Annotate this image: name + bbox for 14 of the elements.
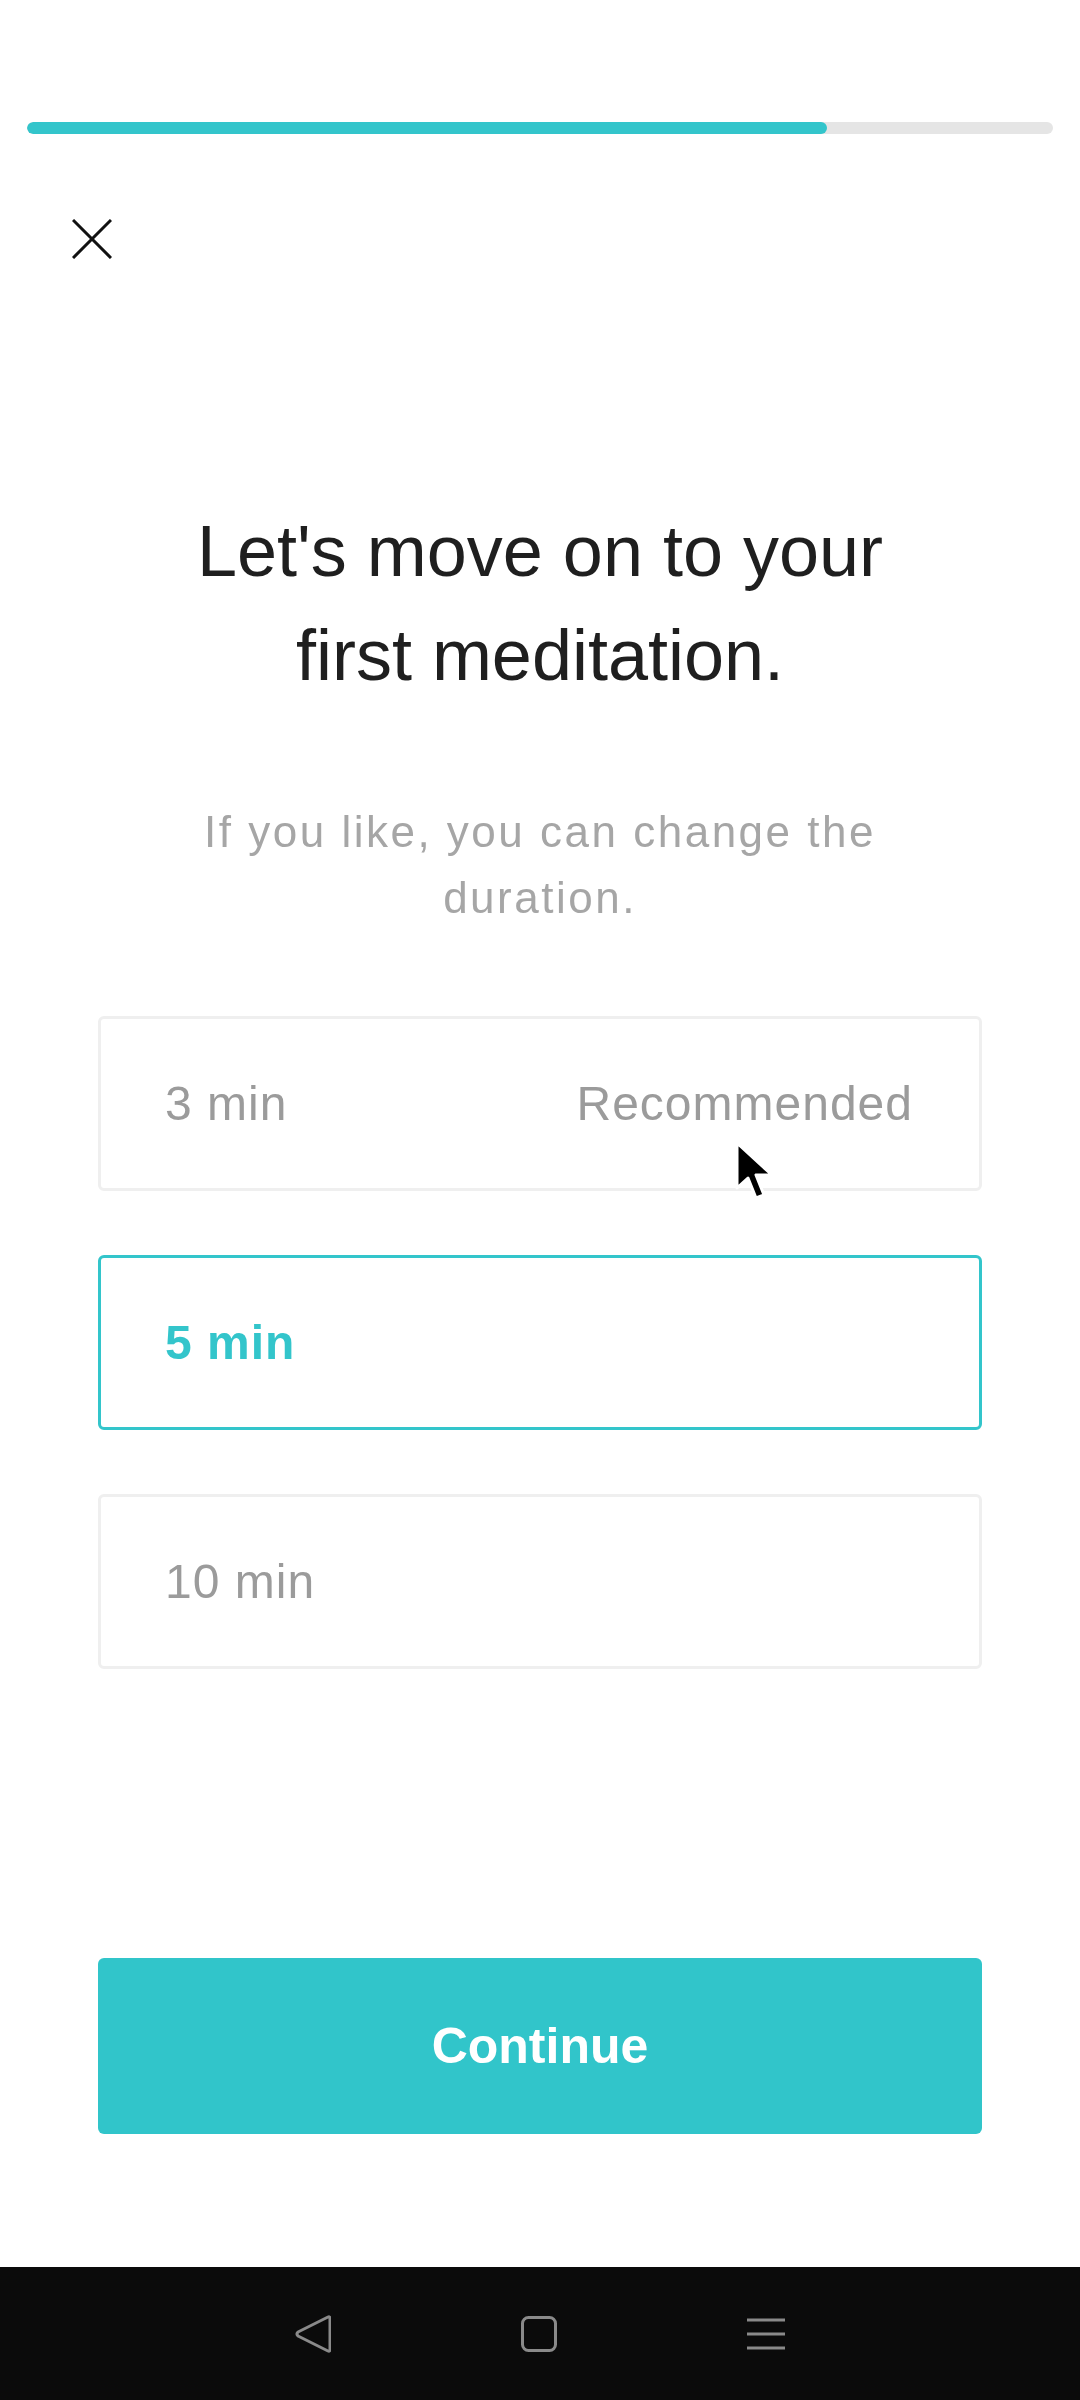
- duration-label: 3 min: [165, 1075, 288, 1132]
- continue-button[interactable]: Continue: [98, 1958, 982, 2134]
- home-icon[interactable]: [521, 2315, 557, 2352]
- back-icon[interactable]: [295, 2313, 331, 2354]
- menu-icon[interactable]: [747, 2317, 785, 2350]
- duration-option[interactable]: 5 min: [98, 1255, 982, 1430]
- duration-option[interactable]: 10 min: [98, 1494, 982, 1669]
- duration-option[interactable]: 3 min Recommended: [98, 1016, 982, 1191]
- duration-label: 5 min: [165, 1314, 296, 1371]
- subtitle-text: If you like, you can change the duration.: [203, 806, 877, 924]
- title-text: Let's move on to your first meditation.: [195, 510, 885, 697]
- duration-label: 10 min: [165, 1553, 316, 1610]
- close-icon: [72, 219, 112, 259]
- recommended-label: Recommended: [576, 1075, 913, 1132]
